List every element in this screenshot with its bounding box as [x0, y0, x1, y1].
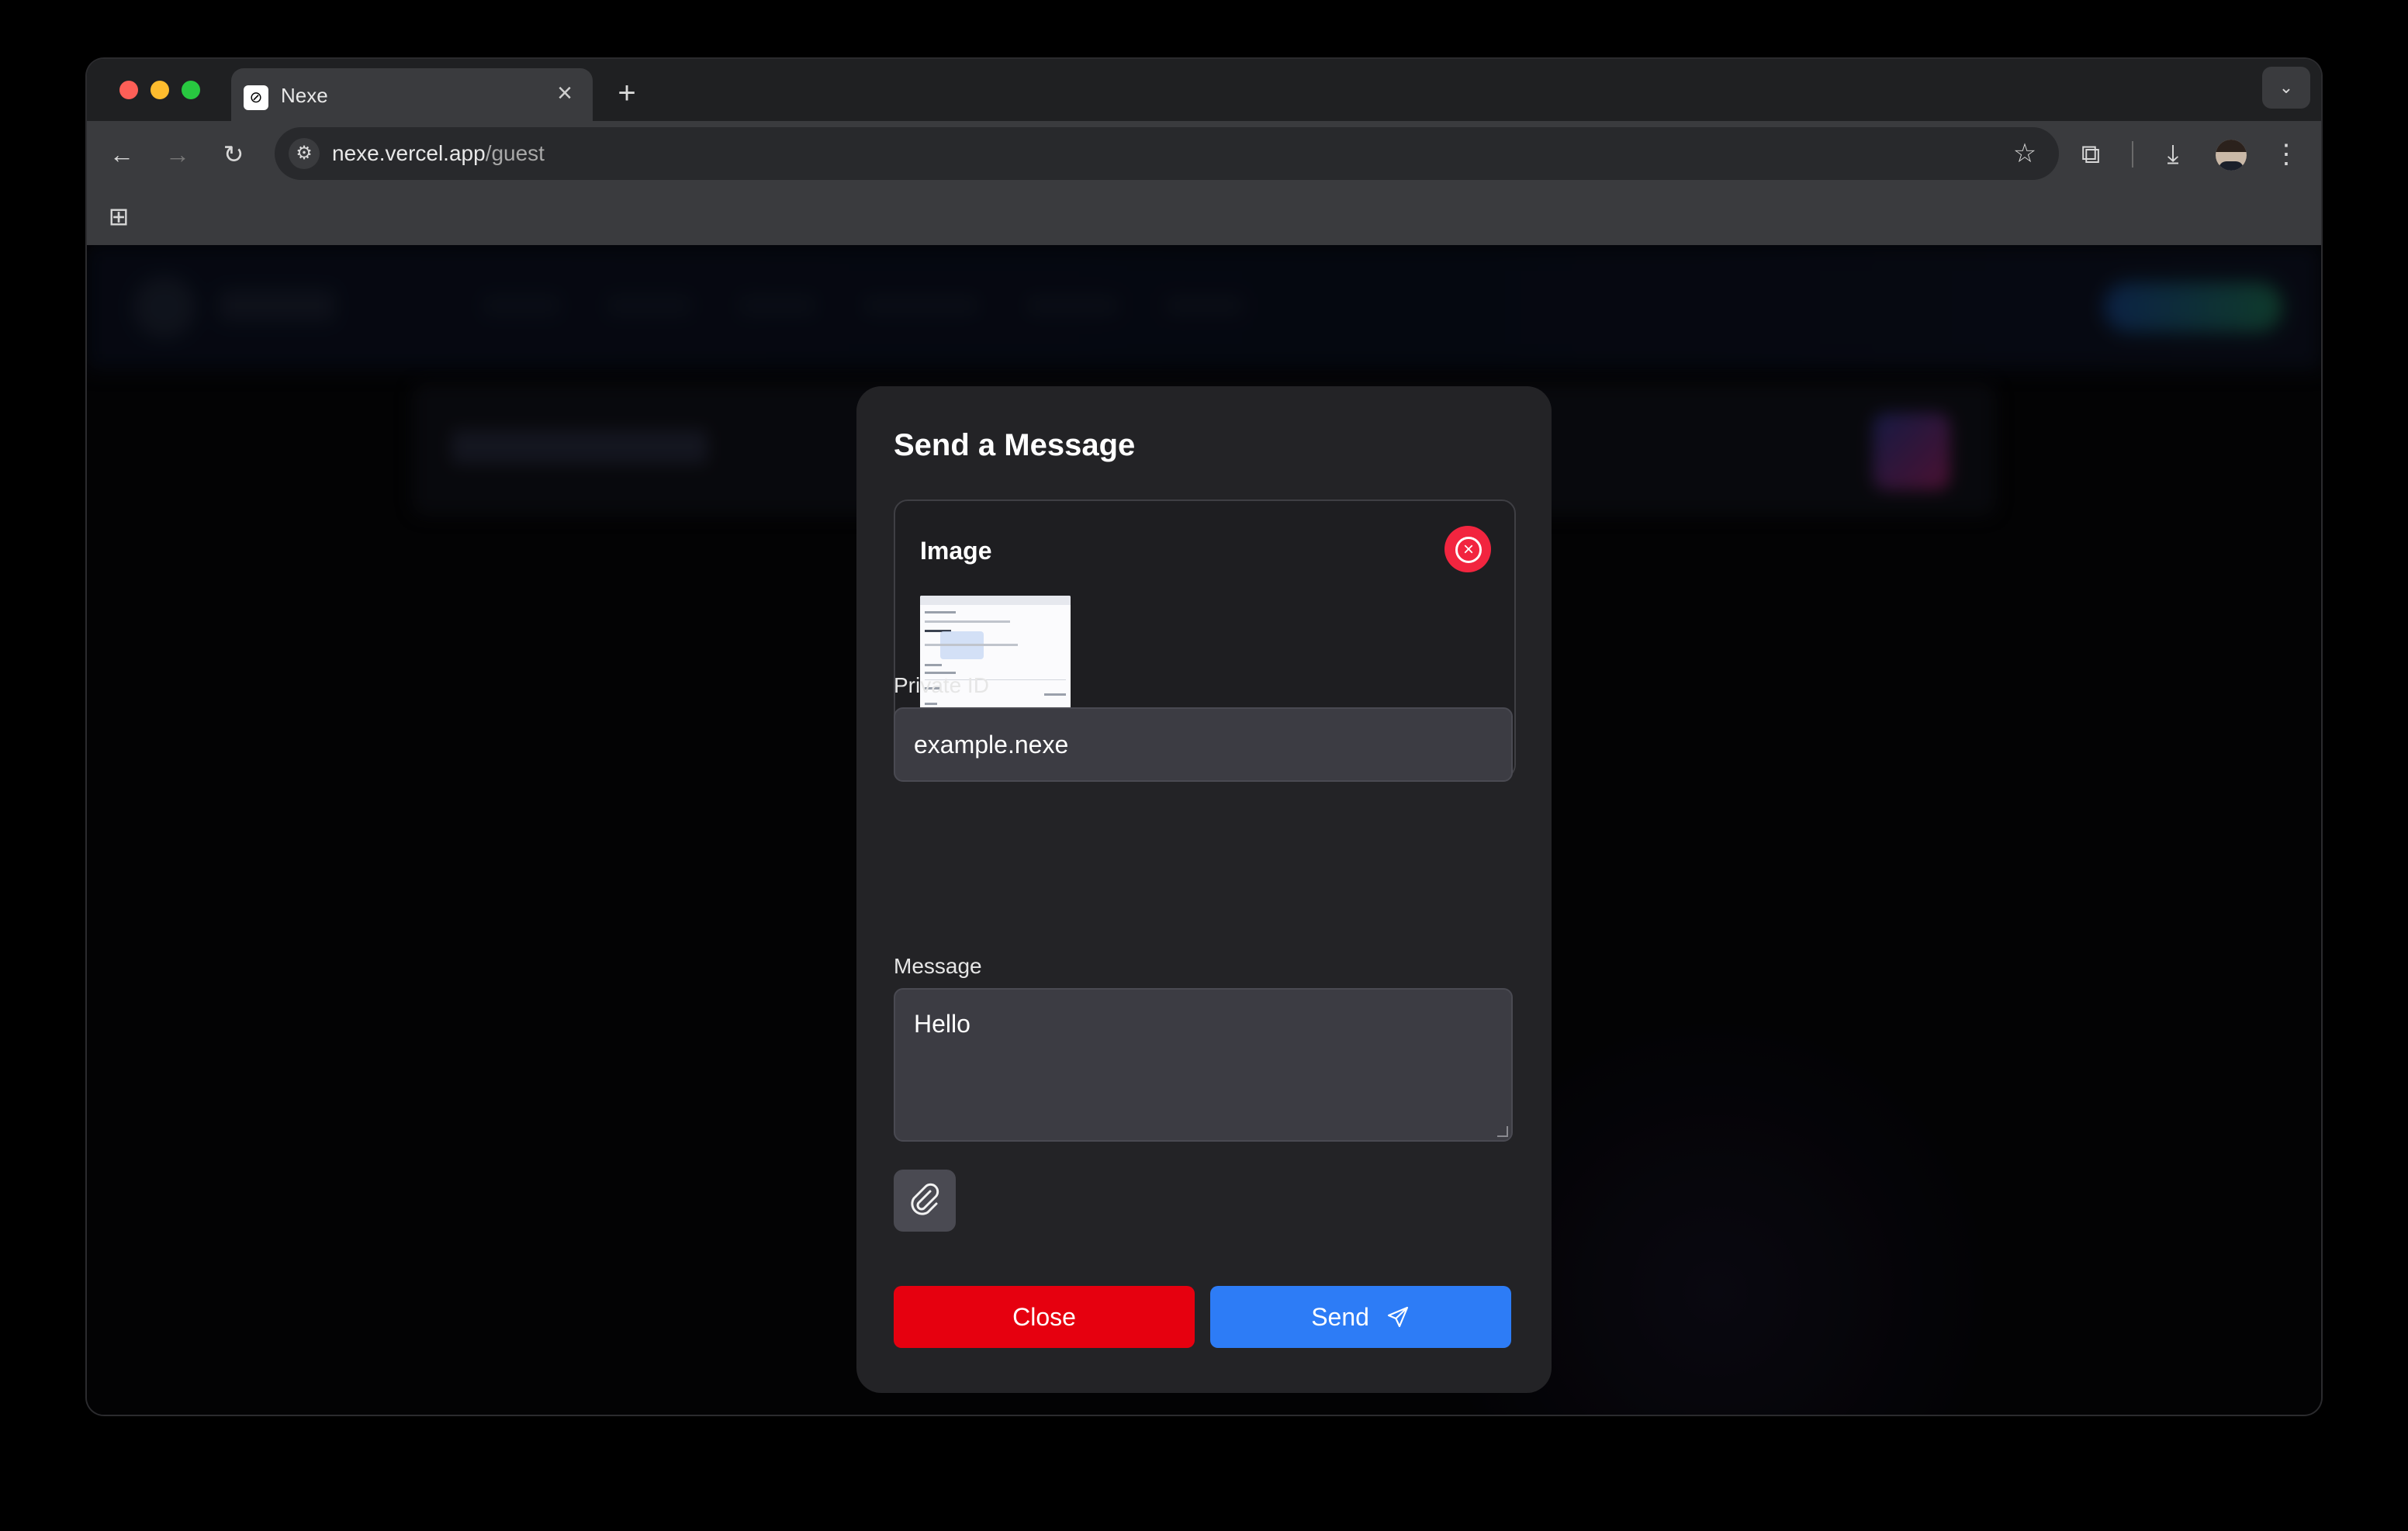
send-message-dialog: Send a Message Image × Private ID exampl… [856, 386, 1552, 1393]
message-textarea[interactable]: Hello [894, 988, 1513, 1142]
page-content: Send a Message Image × Private ID exampl… [87, 245, 2321, 1415]
apps-grid-icon[interactable]: ⊞ [104, 202, 133, 231]
nexe-favicon-icon: ⊘ [244, 85, 268, 110]
close-button[interactable]: Close [894, 1286, 1195, 1348]
private-id-input[interactable]: example.nexe [894, 707, 1513, 782]
url-path: /guest [485, 141, 545, 165]
address-bar[interactable]: ⚙ nexe.vercel.app/guest ☆ [275, 127, 2059, 180]
minimize-window-button[interactable] [150, 81, 169, 99]
paper-plane-icon [1387, 1306, 1408, 1327]
site-settings-icon[interactable]: ⚙ [289, 138, 320, 169]
toolbar-divider [2132, 141, 2133, 168]
image-section-label: Image [920, 537, 992, 565]
url-host: nexe.vercel.app [332, 141, 486, 165]
browser-menu-icon[interactable]: ⋮ [2265, 133, 2307, 175]
browser-tab-active[interactable]: ⊘ Nexe × [231, 68, 593, 121]
message-label: Message [894, 954, 982, 978]
close-window-button[interactable] [119, 81, 138, 99]
browser-window: ⊘ Nexe × + ⌄ ← → ↻ ⚙ nexe.vercel.app/gue… [87, 59, 2321, 1415]
send-button[interactable]: Send [1210, 1286, 1511, 1348]
textarea-resize-handle[interactable] [1497, 1126, 1508, 1137]
paperclip-icon [911, 1183, 939, 1215]
tab-close-icon[interactable]: × [549, 78, 580, 109]
tab-title: Nexe [281, 84, 328, 107]
extensions-icon[interactable]: ⧉ [2070, 133, 2112, 175]
dialog-title: Send a Message [894, 428, 1136, 462]
url-text[interactable]: nexe.vercel.app/guest [332, 141, 545, 166]
new-tab-icon[interactable]: + [608, 74, 645, 112]
private-id-label: Private ID [894, 673, 989, 697]
bookmarks-bar: ⊞ [87, 188, 2321, 246]
browser-toolbar: ← → ↻ ⚙ nexe.vercel.app/guest ☆ ⧉ ⤓ ⋮ [87, 121, 2321, 188]
close-button-label: Close [1012, 1303, 1076, 1331]
forward-arrow-icon[interactable]: → [158, 135, 197, 174]
tab-search-chevron-icon[interactable]: ⌄ [2262, 67, 2310, 109]
reload-icon[interactable]: ↻ [214, 135, 253, 174]
back-arrow-icon[interactable]: ← [102, 135, 141, 174]
remove-image-button[interactable]: × [1444, 526, 1491, 572]
tab-strip: ⊘ Nexe × + ⌄ [87, 59, 2321, 121]
attach-file-button[interactable] [894, 1170, 956, 1232]
message-text: Hello [914, 1010, 970, 1038]
send-button-label: Send [1311, 1303, 1369, 1331]
profile-avatar[interactable] [2216, 140, 2247, 171]
download-icon[interactable]: ⤓ [2152, 133, 2194, 175]
bookmark-star-icon[interactable]: ☆ [2008, 137, 2042, 171]
maximize-window-button[interactable] [182, 81, 200, 99]
close-circle-icon: × [1455, 537, 1482, 563]
